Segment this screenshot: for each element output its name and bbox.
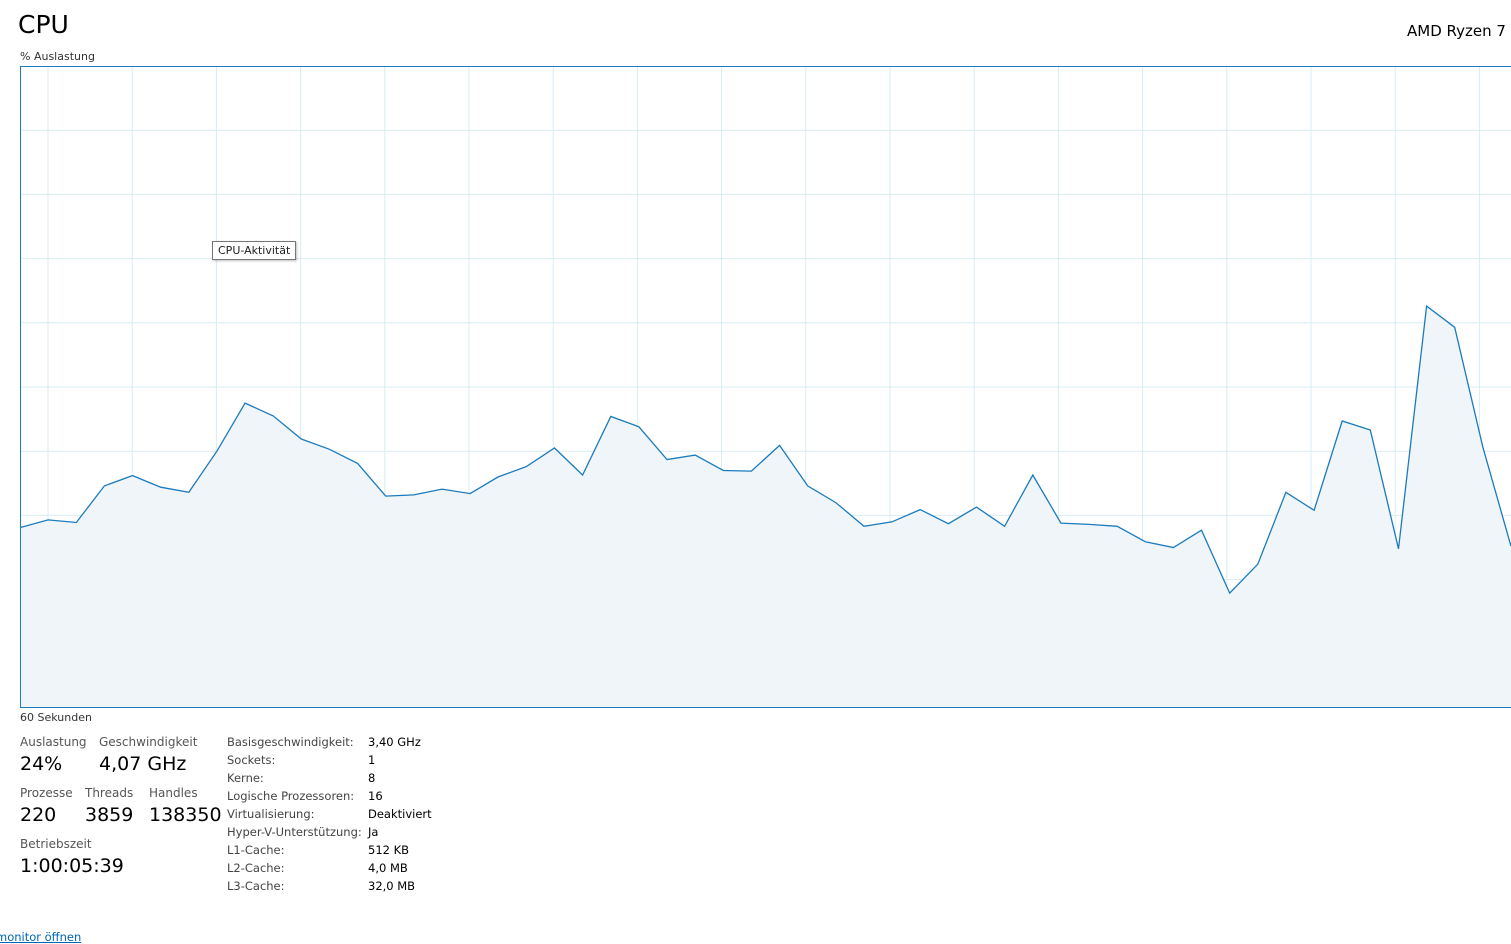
detail-row-l1-cache: L1-Cache:512 KB bbox=[227, 841, 432, 859]
utilization-value: 24% bbox=[20, 753, 62, 775]
detail-value: 512 KB bbox=[368, 841, 409, 859]
detail-value: 8 bbox=[368, 769, 375, 787]
detail-row-l2-cache: L2-Cache:4,0 MB bbox=[227, 859, 432, 877]
cpu-usage-chart-svg bbox=[20, 66, 1511, 708]
speed-label: Geschwindigkeit bbox=[99, 735, 197, 749]
detail-value: Deaktiviert bbox=[368, 805, 432, 823]
detail-key: L2-Cache: bbox=[227, 859, 368, 877]
detail-value: 3,40 GHz bbox=[368, 733, 421, 751]
detail-row-base-speed: Basisgeschwindigkeit:3,40 GHz bbox=[227, 733, 432, 751]
detail-key: Virtualisierung: bbox=[227, 805, 368, 823]
threads-label: Threads bbox=[85, 786, 133, 800]
open-resource-monitor-link[interactable]: monitor öffnen bbox=[0, 930, 81, 944]
detail-row-l3-cache: L3-Cache:32,0 MB bbox=[227, 877, 432, 895]
utilization-label: Auslastung bbox=[20, 735, 87, 749]
detail-key: L1-Cache: bbox=[227, 841, 368, 859]
detail-row-hyperv: Hyper-V-Unterstützung:Ja bbox=[227, 823, 432, 841]
uptime-value: 1:00:05:39 bbox=[20, 855, 124, 877]
handles-value: 138350 bbox=[149, 804, 222, 826]
detail-value: 1 bbox=[368, 751, 375, 769]
detail-row-logical-processors: Logische Prozessoren:16 bbox=[227, 787, 432, 805]
detail-value: 16 bbox=[368, 787, 383, 805]
processes-value: 220 bbox=[20, 804, 56, 826]
detail-key: Hyper-V-Unterstützung: bbox=[227, 823, 368, 841]
detail-row-sockets: Sockets:1 bbox=[227, 751, 432, 769]
detail-key: Basisgeschwindigkeit: bbox=[227, 733, 368, 751]
uptime-label: Betriebszeit bbox=[20, 837, 92, 851]
cpu-model-name: AMD Ryzen 7 5 bbox=[1407, 22, 1511, 40]
cpu-details-list: Basisgeschwindigkeit:3,40 GHz Sockets:1 … bbox=[227, 733, 432, 895]
detail-key: Logische Prozessoren: bbox=[227, 787, 368, 805]
cpu-usage-area bbox=[20, 306, 1511, 708]
speed-value: 4,07 GHz bbox=[99, 753, 186, 775]
handles-label: Handles bbox=[149, 786, 198, 800]
cpu-usage-chart[interactable] bbox=[20, 66, 1511, 708]
chart-x-axis-label: 60 Sekunden bbox=[20, 711, 92, 724]
detail-row-virtualization: Virtualisierung:Deaktiviert bbox=[227, 805, 432, 823]
detail-key: Sockets: bbox=[227, 751, 368, 769]
detail-key: Kerne: bbox=[227, 769, 368, 787]
detail-key: L3-Cache: bbox=[227, 877, 368, 895]
chart-tooltip: CPU-Aktivität bbox=[212, 241, 296, 260]
detail-value: Ja bbox=[368, 823, 378, 841]
detail-value: 32,0 MB bbox=[368, 877, 415, 895]
processes-label: Prozesse bbox=[20, 786, 73, 800]
threads-value: 3859 bbox=[85, 804, 133, 826]
detail-row-cores: Kerne:8 bbox=[227, 769, 432, 787]
detail-value: 4,0 MB bbox=[368, 859, 408, 877]
page-title: CPU bbox=[18, 10, 69, 39]
chart-y-axis-label: % Auslastung bbox=[20, 50, 95, 63]
